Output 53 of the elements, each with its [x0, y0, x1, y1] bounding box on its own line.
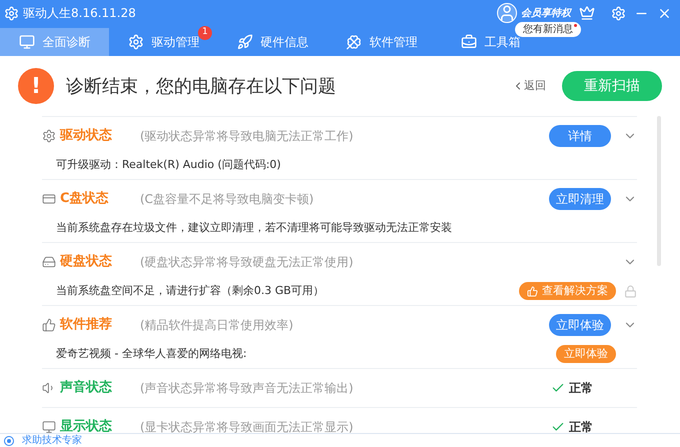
section-description: (硬盘状态异常将导致硬盘无法正常使用) — [140, 254, 354, 271]
section-title: 硬盘状态 — [60, 253, 113, 272]
member-label[interactable]: 会员享特权 — [521, 6, 571, 20]
nav-tab[interactable]: 软件管理 — [327, 28, 436, 56]
section-description: (显卡状态异常将导致画面无法正常显示) — [140, 419, 354, 436]
flower-icon — [346, 34, 362, 50]
solution-button[interactable]: 立即体验 — [556, 345, 616, 363]
result-heading: 诊断结束，您的电脑存在以下问题 — [66, 74, 337, 98]
gear-icon — [128, 34, 144, 50]
nav-tab[interactable]: 驱动管理 1 — [109, 28, 218, 56]
gear-icon — [42, 129, 56, 143]
section-title: 显示状态 — [60, 418, 113, 434]
thumbs-up-icon — [42, 318, 56, 332]
nav-tab[interactable]: 全面诊断 — [0, 28, 109, 56]
logo-icon — [4, 6, 19, 20]
warning-icon: ! — [18, 68, 54, 104]
detail-text: 可升级驱动：Realtek(R) Audio (问题代码:0) — [56, 156, 282, 173]
section-description: (驱动状态异常将导致电脑无法正常工作) — [140, 128, 354, 145]
detail-text: 爱奇艺视频 - 全球华人喜爱的网络电视: — [56, 346, 248, 362]
card-icon — [42, 192, 56, 206]
toolbox-icon — [460, 34, 476, 50]
section-description: (声音状态异常将导致声音无法正常输出) — [140, 380, 354, 397]
settings-icon[interactable] — [611, 6, 626, 20]
section-description: (精品软件提高日常使用效率) — [140, 317, 294, 334]
status-text: 正常 — [569, 419, 593, 436]
nav-tab[interactable]: 硬件信息 — [218, 28, 327, 56]
help-icon[interactable] — [4, 436, 14, 446]
solution-button[interactable]: 查看解决方案 — [519, 282, 616, 300]
action-button[interactable]: 详情 — [549, 125, 611, 147]
detail-text: 当前系统盘空间不足，请进行扩容（剩余0.3 GB可用） — [56, 282, 326, 299]
section-title: 驱动状态 — [60, 127, 113, 146]
thumbs-up-icon — [527, 286, 538, 296]
crown-icon[interactable] — [579, 5, 595, 21]
hard-drive-icon — [42, 255, 56, 269]
notification-badge: 1 — [198, 26, 212, 40]
window-title: 驱动人生8.16.11.28 — [23, 5, 137, 22]
section-description: (C盘容量不足将导致电脑变卡顿) — [140, 191, 315, 208]
lock-icon — [624, 284, 637, 298]
action-button[interactable]: 立即体验 — [549, 314, 611, 336]
detail-text: 当前系统盘存在垃圾文件，建议立即清理，若不清理将可能导致驱动无法正常安装 — [56, 220, 453, 236]
section-title: 声音状态 — [60, 378, 113, 398]
rescan-button[interactable]: 重新扫描 — [562, 71, 662, 101]
help-link[interactable]: 求助技术专家 — [22, 436, 82, 446]
rocket-icon — [236, 34, 252, 50]
status-text: 正常 — [569, 380, 593, 397]
action-button[interactable]: 立即清理 — [549, 188, 611, 210]
monitor-icon — [18, 34, 34, 50]
display-icon — [42, 420, 56, 434]
avatar-icon[interactable] — [497, 3, 517, 23]
message-tooltip: 您有新消息 — [515, 22, 581, 37]
section-title: 软件推荐 — [60, 316, 113, 334]
back-link[interactable]: 返回 — [512, 78, 546, 94]
section-title: C盘状态 — [60, 190, 110, 208]
